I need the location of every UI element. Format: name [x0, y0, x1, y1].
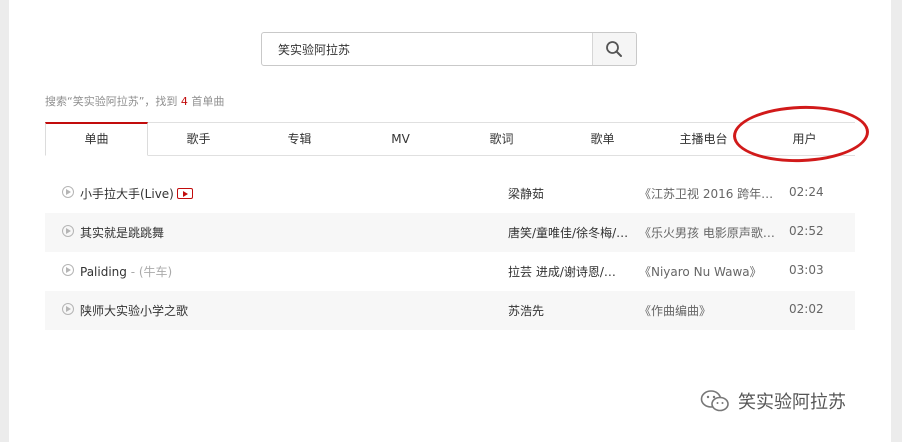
- song-artist[interactable]: 唐笑/童唯佳/徐冬梅/…: [508, 224, 633, 241]
- summary-prefix: 搜索“笑实验阿拉苏”，找到: [45, 95, 181, 108]
- song-duration: 02:52: [789, 224, 824, 238]
- song-row[interactable]: 其实就是跳跳舞 唐笑/童唯佳/徐冬梅/… 《乐火男孩 电影原声歌… 02:52: [45, 213, 855, 252]
- song-duration: 03:03: [789, 263, 824, 277]
- search-icon: [606, 41, 622, 57]
- watermark-text: 笑实验阿拉苏: [738, 392, 846, 413]
- song-title[interactable]: 其实就是跳跳舞: [80, 224, 164, 241]
- song-row[interactable]: Paliding - (牛车) 拉芸 进成/谢诗恩/… 《Niyaro Nu W…: [45, 252, 855, 291]
- song-artist[interactable]: 苏浩先: [508, 302, 633, 319]
- song-duration: 02:02: [789, 302, 824, 316]
- search-button[interactable]: [592, 33, 636, 65]
- song-title[interactable]: Paliding: [80, 265, 127, 279]
- tab-artists[interactable]: 歌手: [148, 123, 249, 155]
- mv-icon[interactable]: [176, 188, 193, 199]
- play-icon[interactable]: [62, 303, 74, 315]
- search-input[interactable]: [262, 33, 594, 65]
- tab-lyrics[interactable]: 歌词: [451, 123, 552, 155]
- page: 搜索“笑实验阿拉苏”，找到 4 首单曲 单曲 歌手 专辑 MV 歌词 歌单 主播…: [9, 0, 891, 442]
- song-title[interactable]: 小手拉大手(Live): [80, 187, 174, 201]
- result-summary: 搜索“笑实验阿拉苏”，找到 4 首单曲: [45, 93, 224, 109]
- watermark: 笑实验阿拉苏: [700, 388, 846, 414]
- wechat-icon: [700, 390, 729, 412]
- song-duration: 02:24: [789, 185, 824, 199]
- tab-songs[interactable]: 单曲: [45, 122, 148, 156]
- song-album[interactable]: 《Niyaro Nu Wawa》: [639, 263, 775, 280]
- song-artist[interactable]: 梁静茹: [508, 185, 633, 202]
- play-icon[interactable]: [62, 264, 74, 276]
- song-alias: - (牛车): [126, 265, 173, 279]
- song-list: 小手拉大手(Live) 梁静茹 《江苏卫视 2016 跨年… 02:24 其实就…: [45, 174, 855, 330]
- song-album[interactable]: 《乐火男孩 电影原声歌…: [639, 224, 775, 241]
- play-icon[interactable]: [62, 186, 74, 198]
- song-album[interactable]: 《江苏卫视 2016 跨年…: [639, 185, 775, 202]
- song-row[interactable]: 陕师大实验小学之歌 苏浩先 《作曲编曲》 02:02: [45, 291, 855, 330]
- song-album[interactable]: 《作曲编曲》: [639, 302, 775, 319]
- tab-mv[interactable]: MV: [350, 123, 451, 155]
- song-title-wrap: Paliding - (牛车): [80, 263, 172, 280]
- summary-suffix: 首单曲: [187, 95, 225, 108]
- song-title-wrap: 小手拉大手(Live): [80, 185, 193, 202]
- tab-playlists[interactable]: 歌单: [552, 123, 653, 155]
- play-icon[interactable]: [62, 225, 74, 237]
- song-row[interactable]: 小手拉大手(Live) 梁静茹 《江苏卫视 2016 跨年… 02:24: [45, 174, 855, 213]
- song-title[interactable]: 陕师大实验小学之歌: [80, 302, 188, 319]
- tab-albums[interactable]: 专辑: [249, 123, 350, 155]
- song-artist[interactable]: 拉芸 进成/谢诗恩/…: [508, 263, 633, 280]
- search-box: [261, 32, 637, 66]
- result-count: 4: [180, 95, 188, 108]
